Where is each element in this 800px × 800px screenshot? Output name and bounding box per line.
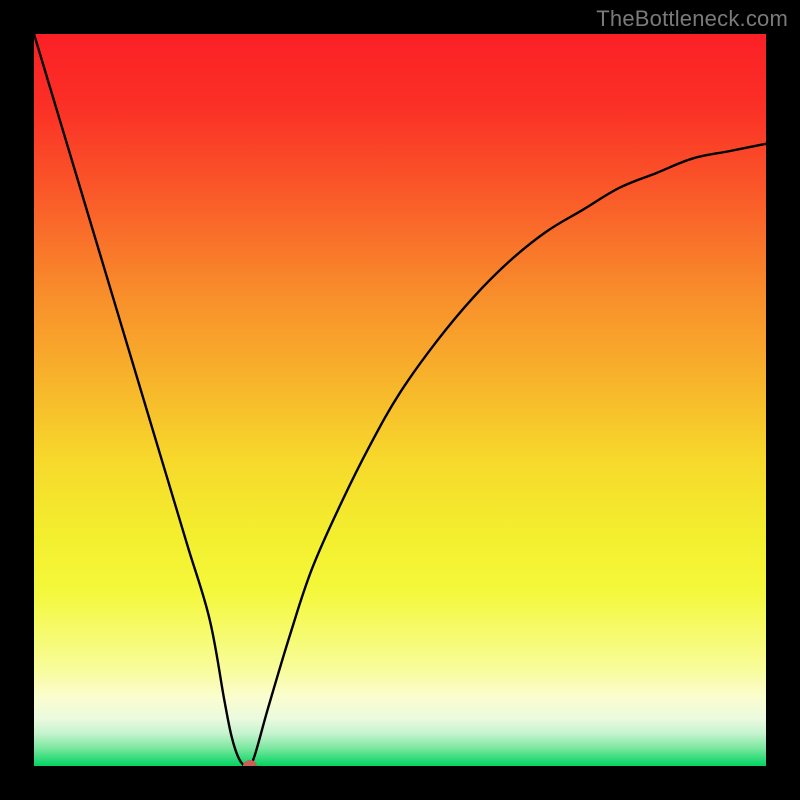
bottleneck-curve [34,34,766,766]
minimum-marker [243,760,257,766]
plot-area [34,34,766,766]
watermark-label: TheBottleneck.com [596,6,788,32]
chart-frame: TheBottleneck.com [0,0,800,800]
